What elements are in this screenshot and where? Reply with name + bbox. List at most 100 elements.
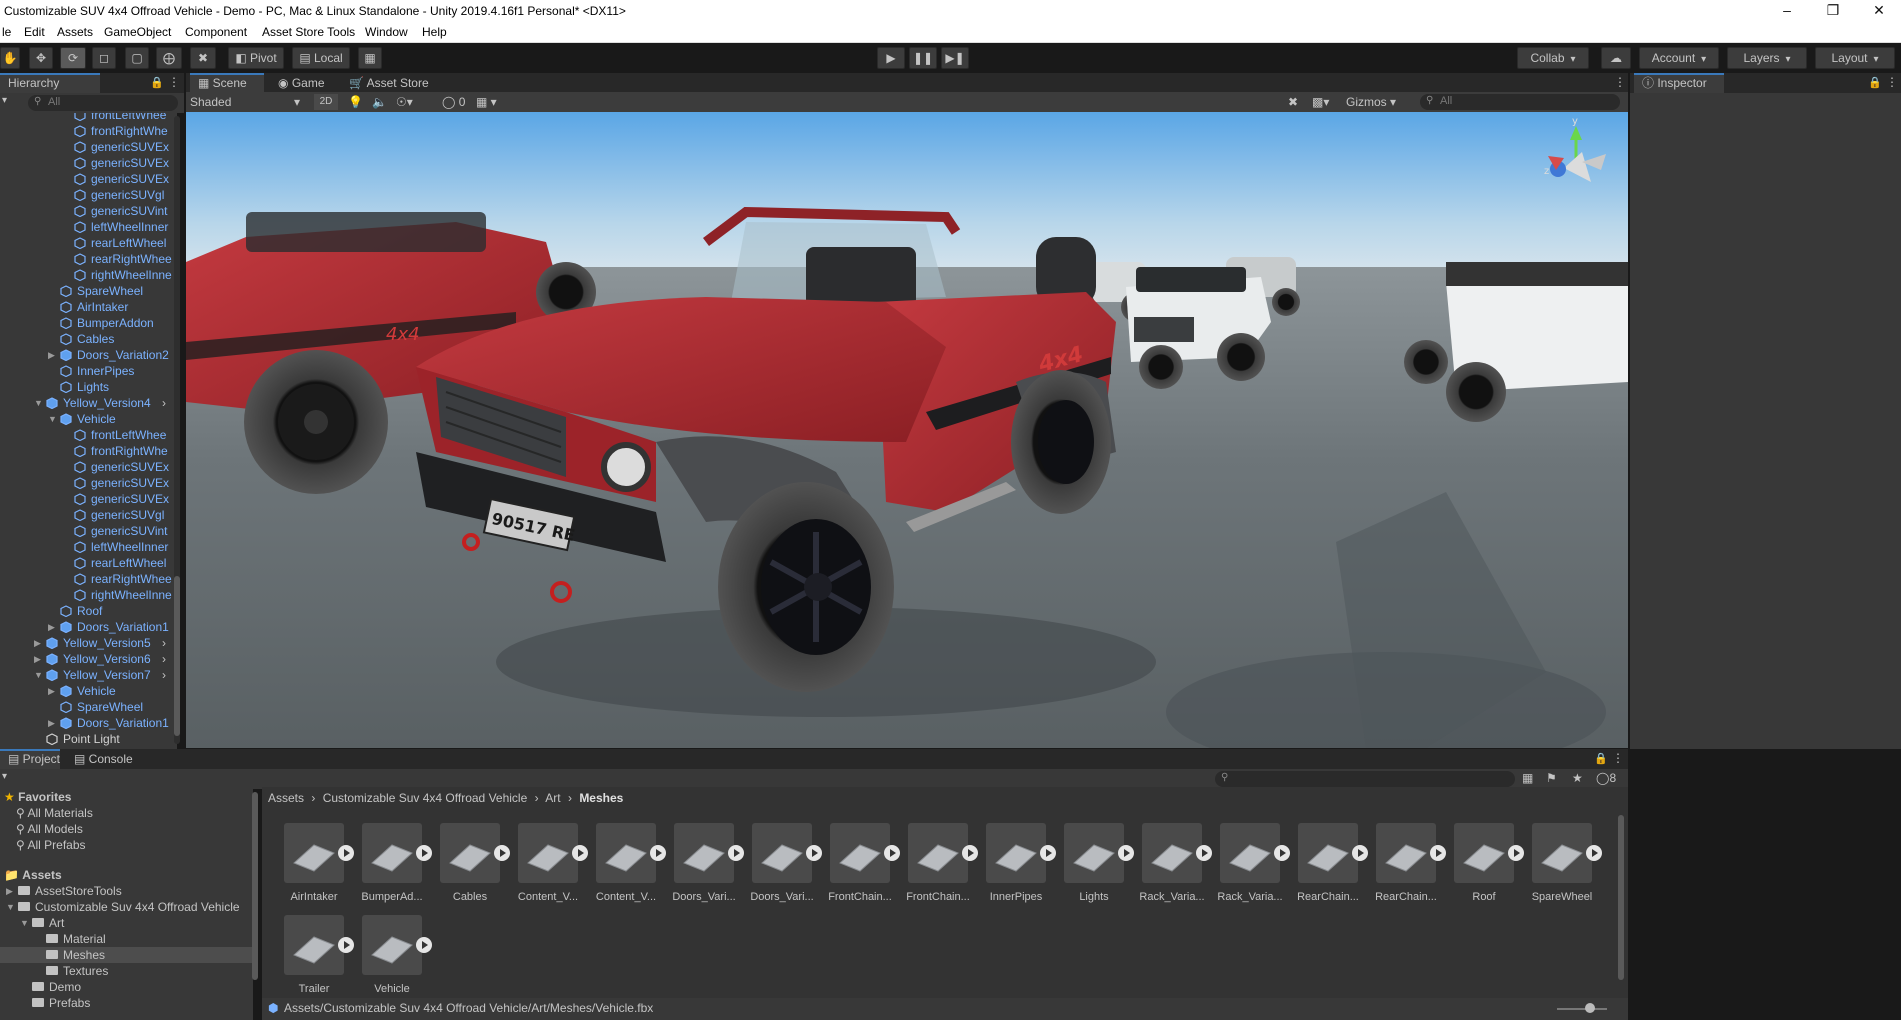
asset-scrollbar[interactable]: [1618, 815, 1624, 980]
open-prefab-icon[interactable]: ›: [162, 395, 166, 411]
asset-item[interactable]: SpareWheel: [1530, 821, 1608, 911]
menu-file[interactable]: le: [2, 25, 11, 39]
inspector-lock-icon[interactable]: 🔒: [1868, 76, 1882, 89]
transform-icon[interactable]: ⨁: [156, 47, 182, 69]
expand-asset-icon[interactable]: [1118, 845, 1134, 861]
hierarchy-item[interactable]: frontLeftWhee: [0, 427, 177, 443]
breadcrumb-item[interactable]: Customizable Suv 4x4 Offroad Vehicle: [323, 791, 528, 805]
asset-item[interactable]: BumperAd...: [360, 821, 438, 911]
lock-icon[interactable]: 🔒: [150, 76, 164, 89]
zoom-slider-handle[interactable]: [1585, 1003, 1595, 1013]
expand-down-icon[interactable]: ▼: [34, 395, 44, 411]
hierarchy-item[interactable]: genericSUVEx: [0, 171, 177, 187]
hidden-packages-toggle[interactable]: ◯8: [1596, 771, 1616, 785]
expand-right-icon[interactable]: ▶: [34, 635, 44, 651]
project-tree-scrollbar[interactable]: [252, 792, 258, 980]
hierarchy-item[interactable]: ▶ Doors_Variation1: [0, 715, 177, 731]
expand-asset-icon[interactable]: [806, 845, 822, 861]
hand-icon[interactable]: ✋: [0, 47, 20, 69]
account-dropdown[interactable]: Account: [1639, 47, 1719, 69]
hierarchy-item[interactable]: Roof: [0, 603, 177, 619]
hierarchy-item[interactable]: rearRightWhee: [0, 251, 177, 267]
asset-item[interactable]: RearChain...: [1374, 821, 1452, 911]
hierarchy-item[interactable]: Cables: [0, 331, 177, 347]
breadcrumb-item[interactable]: Art: [545, 791, 560, 805]
assets-root[interactable]: 📁 Assets: [4, 867, 62, 883]
hierarchy-item[interactable]: genericSUVEx: [0, 459, 177, 475]
custom-tool-icon[interactable]: ✖: [190, 47, 216, 69]
expand-asset-icon[interactable]: [338, 845, 354, 861]
expand-down-icon[interactable]: ▼: [6, 899, 15, 915]
hierarchy-search-input[interactable]: ⚲ All: [28, 95, 178, 111]
project-create-icon[interactable]: ▾: [2, 771, 7, 782]
hierarchy-item[interactable]: genericSUVEx: [0, 475, 177, 491]
expand-down-icon[interactable]: ▼: [20, 915, 29, 931]
create-dropdown-icon[interactable]: ▾: [2, 95, 7, 106]
layout-dropdown[interactable]: Layout: [1815, 47, 1895, 69]
hierarchy-item[interactable]: genericSUVint: [0, 523, 177, 539]
hierarchy-item[interactable]: rearRightWhee: [0, 571, 177, 587]
project-more-icon[interactable]: ⋮: [1612, 751, 1624, 765]
tab-inspector[interactable]: ⓘ Inspector: [1634, 73, 1724, 93]
project-lock-icon[interactable]: 🔒: [1594, 752, 1608, 765]
more-icon[interactable]: ⋮: [168, 75, 180, 89]
expand-asset-icon[interactable]: [1430, 845, 1446, 861]
filter-type-icon[interactable]: ▦: [1522, 771, 1533, 785]
hierarchy-item[interactable]: SpareWheel: [0, 283, 177, 299]
expand-asset-icon[interactable]: [884, 845, 900, 861]
asset-item[interactable]: Rack_Varia...: [1139, 821, 1218, 911]
hierarchy-item[interactable]: ▶ Vehicle: [0, 683, 177, 699]
hierarchy-item[interactable]: genericSUVEx: [0, 155, 177, 171]
project-folder-item[interactable]: ▼ Art: [0, 915, 253, 931]
asset-item[interactable]: Trailer: [282, 913, 360, 1003]
expand-asset-icon[interactable]: [494, 845, 510, 861]
asset-item[interactable]: InnerPipes: [984, 821, 1062, 911]
pause-icon[interactable]: ❚❚: [909, 47, 937, 69]
grid-snap-icon[interactable]: ▦: [358, 47, 382, 69]
tab-console[interactable]: ▤ Console: [66, 749, 146, 769]
tab-hierarchy[interactable]: Hierarchy: [0, 73, 100, 93]
scene-search-input[interactable]: ⚲ All: [1420, 94, 1620, 110]
hierarchy-item[interactable]: genericSUVint: [0, 203, 177, 219]
expand-right-icon[interactable]: ▶: [48, 347, 58, 363]
maximize-icon[interactable]: ❐: [1811, 0, 1855, 22]
asset-item[interactable]: Rack_Varia...: [1217, 821, 1296, 911]
step-icon[interactable]: ▶❚: [941, 47, 969, 69]
hierarchy-item[interactable]: InnerPipes: [0, 363, 177, 379]
asset-item[interactable]: Content_V...: [594, 821, 672, 911]
asset-item[interactable]: AirIntaker: [282, 821, 360, 911]
tools-icon[interactable]: ✖: [1288, 94, 1298, 110]
tab-project[interactable]: ▤ Project: [0, 749, 60, 769]
hierarchy-item[interactable]: frontRightWhe: [0, 123, 177, 139]
layers-dropdown[interactable]: Layers: [1727, 47, 1807, 69]
asset-item[interactable]: Roof: [1452, 821, 1530, 911]
project-folder-item[interactable]: Material: [0, 931, 253, 947]
asset-item[interactable]: RearChain...: [1296, 821, 1374, 911]
favorites-header[interactable]: ★ Favorites: [4, 789, 71, 805]
breadcrumb-current[interactable]: Meshes: [579, 791, 623, 805]
expand-asset-icon[interactable]: [338, 937, 354, 953]
menu-gameobject[interactable]: GameObject: [104, 25, 171, 39]
open-prefab-icon[interactable]: ›: [162, 635, 166, 651]
expand-asset-icon[interactable]: [650, 845, 666, 861]
menu-assets[interactable]: Assets: [57, 25, 93, 39]
expand-asset-icon[interactable]: [962, 845, 978, 861]
expand-asset-icon[interactable]: [728, 845, 744, 861]
asset-item[interactable]: FrontChain...: [828, 821, 906, 911]
menu-component[interactable]: Component: [185, 25, 247, 39]
hierarchy-item[interactable]: frontLeftWhee: [0, 113, 177, 123]
hierarchy-item[interactable]: frontRightWhe: [0, 443, 177, 459]
project-folder-item[interactable]: ▶ AssetStoreTools: [0, 883, 253, 899]
expand-asset-icon[interactable]: [1196, 845, 1212, 861]
shading-dropdown[interactable]: Shaded ▾: [190, 94, 300, 110]
tab-scene[interactable]: ▦ Scene: [190, 73, 264, 93]
hierarchy-item[interactable]: leftWheelInner: [0, 219, 177, 235]
tab-game[interactable]: ◉ Game: [270, 73, 334, 93]
rect-icon[interactable]: ▢: [125, 47, 149, 69]
expand-right-icon[interactable]: ▶: [48, 715, 58, 731]
filter-label-icon[interactable]: ⚑: [1546, 771, 1557, 785]
expand-asset-icon[interactable]: [572, 845, 588, 861]
grid-icon[interactable]: ▦ ▾: [476, 94, 497, 110]
hierarchy-item[interactable]: Point Light: [0, 731, 177, 747]
hierarchy-item[interactable]: BumperAddon: [0, 315, 177, 331]
